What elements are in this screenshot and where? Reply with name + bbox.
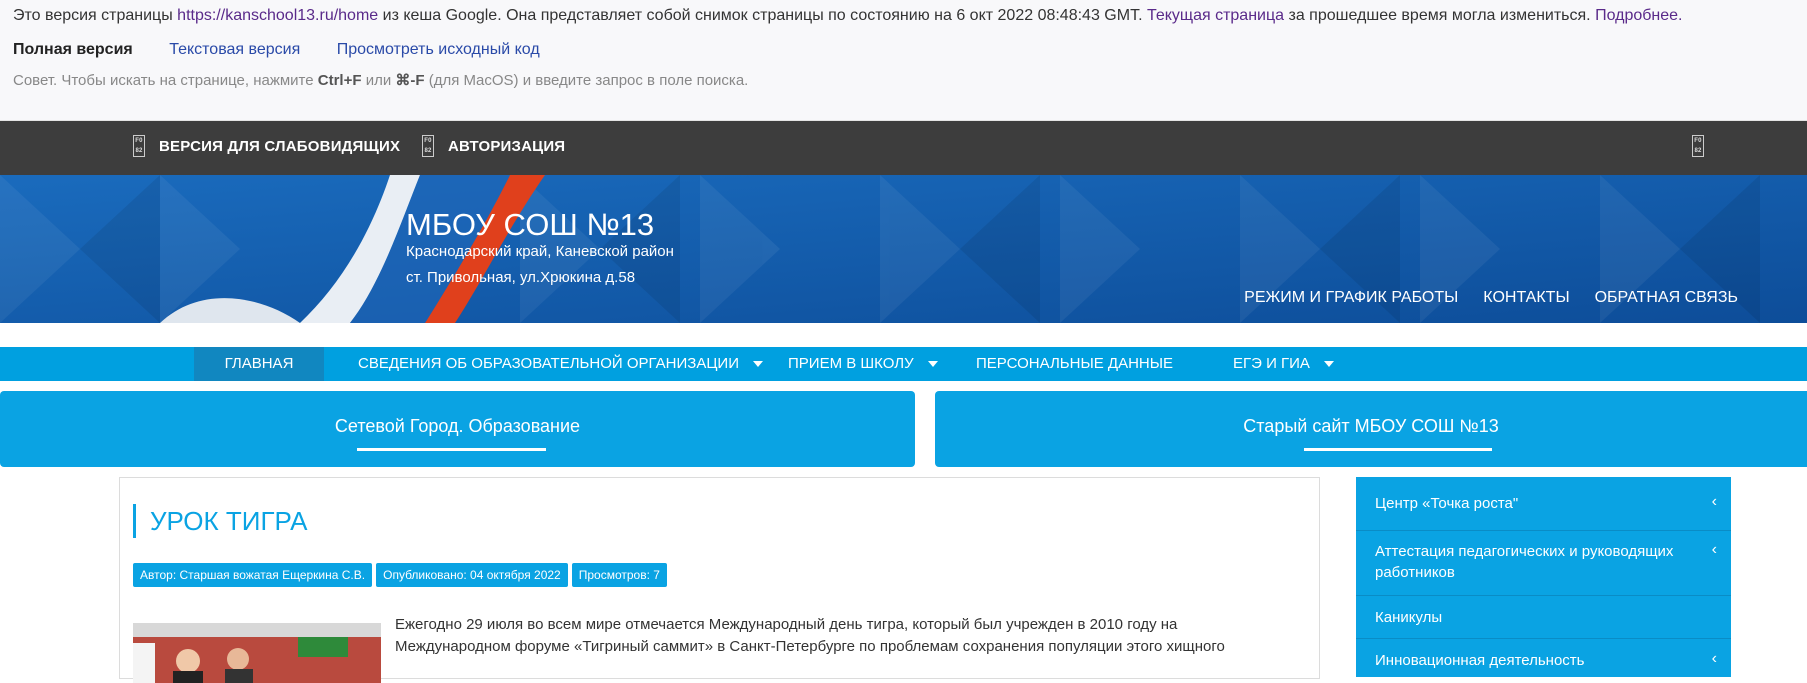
nav-info-label: СВЕДЕНИЯ ОБ ОБРАЗОВАТЕЛЬНОЙ ОРГАНИЗАЦИИ (358, 355, 739, 372)
chevron-down-icon (1323, 361, 1334, 368)
low-vision-link[interactable]: F0 82 ВЕРСИЯ ДЛЯ СЛАБОВИДЯЩИХ (133, 135, 400, 157)
full-version-link[interactable]: Полная версия (13, 41, 133, 58)
sidebar-item-tochka-rosta[interactable]: Центр «Точка роста" ‹ (1356, 477, 1731, 531)
article-title[interactable]: УРОК ТИГРА (133, 504, 307, 538)
site-title[interactable]: МБОУ СОШ №13 (406, 207, 654, 243)
more-info-link[interactable]: Подробнее. (1595, 7, 1682, 24)
auth-label: АВТОРИЗАЦИЯ (448, 137, 566, 155)
cache-notice-after: за прошедшее время могла измениться. (1284, 7, 1596, 24)
thumbnail-image (133, 623, 381, 683)
site-header-banner: МБОУ СОШ №13 Краснодарский край, Каневск… (0, 175, 1807, 323)
tip-prefix: Совет. Чтобы искать на странице, нажмите (13, 72, 318, 89)
search-icon: F0 82 (1692, 135, 1704, 157)
sidebar-item-label: Аттестация педагогических и руководящих … (1375, 543, 1674, 581)
header-link-contacts[interactable]: КОНТАКТЫ (1483, 289, 1569, 307)
tip-or: или (361, 72, 396, 89)
chevron-down-icon (752, 361, 763, 368)
sidebar-item-holidays[interactable]: Каникулы (1356, 596, 1731, 639)
sidebar-item-innovation[interactable]: Инновационная деятельность ‹ (1356, 639, 1731, 679)
google-cache-bar: Это версия страницы https://kanschool13.… (0, 0, 1807, 121)
chevron-left-icon: ‹ (1711, 650, 1717, 667)
chevron-down-icon (927, 361, 938, 368)
search-toggle[interactable]: F0 82 (1692, 135, 1718, 157)
old-site-button[interactable]: Старый сайт МБОУ СОШ №13 (935, 391, 1807, 467)
article-panel: УРОК ТИГРА Автор: Старшая вожатая Ещерки… (119, 477, 1320, 683)
nav-item-admission[interactable]: ПРИЕМ В ШКОЛУ (788, 347, 938, 381)
cache-notice: Это версия страницы https://kanschool13.… (13, 7, 1682, 25)
cache-notice-prefix: Это версия страницы (13, 7, 178, 24)
sidebar-menu: Центр «Точка роста" ‹ Аттестация педагог… (1356, 477, 1731, 677)
auth-link[interactable]: F0 82 АВТОРИЗАЦИЯ (422, 135, 565, 157)
nav-home-label: ГЛАВНАЯ (224, 355, 294, 372)
view-source-link[interactable]: Просмотреть исходный код (337, 41, 540, 58)
article-meta: Автор: Старшая вожатая Ещеркина С.В. Опу… (133, 563, 667, 587)
cache-version-links: Полная версия Текстовая версия Просмотре… (13, 41, 572, 59)
nav-admission-label: ПРИЕМ В ШКОЛУ (788, 355, 914, 372)
text-version-link[interactable]: Текстовая версия (169, 41, 300, 58)
button-underline (357, 448, 546, 451)
tip-key-ctrl-f: Ctrl+F (317, 72, 362, 89)
sidebar-item-attestation[interactable]: Аттестация педагогических и руководящих … (1356, 531, 1731, 596)
cache-search-tip: Совет. Чтобы искать на странице, нажмите… (13, 71, 748, 89)
sidebar-item-label: Центр «Точка роста" (1375, 495, 1519, 512)
author-badge: Автор: Старшая вожатая Ещеркина С.В. (133, 563, 373, 587)
nav-item-home[interactable]: ГЛАВНАЯ (194, 347, 324, 381)
nav-item-info[interactable]: СВЕДЕНИЯ ОБ ОБРАЗОВАТЕЛЬНОЙ ОРГАНИЗАЦИИ (358, 347, 763, 381)
article-thumbnail[interactable] (133, 623, 381, 683)
site-region: Краснодарский край, Каневской район (406, 243, 674, 260)
chevron-left-icon: ‹ (1711, 493, 1717, 510)
cache-notice-middle: из кеша Google. Она представляет собой с… (378, 7, 1147, 24)
current-page-link[interactable]: Текущая страница (1147, 7, 1284, 24)
published-badge: Опубликовано: 04 октября 2022 (376, 563, 568, 587)
setevoy-gorod-label: Сетевой Город. Образование (334, 416, 581, 436)
article-excerpt: Ежегодно 29 июля во всем мире отмечается… (395, 616, 1225, 655)
header-link-feedback[interactable]: ОБРАТНАЯ СВЯЗЬ (1595, 289, 1738, 307)
tip-suffix: (для MacOS) и введите запрос в поле поис… (424, 72, 749, 89)
views-badge: Просмотров: 7 (571, 563, 667, 587)
setevoy-gorod-button[interactable]: Сетевой Город. Образование (0, 391, 915, 467)
header-links: РЕЖИМ И ГРАФИК РАБОТЫ КОНТАКТЫ ОБРАТНАЯ … (1244, 289, 1738, 307)
login-icon: F0 82 (422, 135, 434, 157)
cache-url-link[interactable]: https://kanschool13.ru/home (177, 7, 378, 24)
sidebar-item-label: Каникулы (1375, 609, 1443, 626)
nav-item-personal-data[interactable]: ПЕРСОНАЛЬНЫЕ ДАННЫЕ (976, 347, 1173, 381)
top-utility-bar: F0 82 ВЕРСИЯ ДЛЯ СЛАБОВИДЯЩИХ F0 82 АВТО… (0, 121, 1807, 175)
nav-item-ege[interactable]: ЕГЭ И ГИА (1233, 347, 1334, 381)
nav-ege-label: ЕГЭ И ГИА (1233, 355, 1310, 372)
low-vision-label: ВЕРСИЯ ДЛЯ СЛАБОВИДЯЩИХ (159, 137, 401, 155)
site-address: ст. Привольная, ул.Хрюкина д.58 (406, 269, 636, 286)
old-site-label: Старый сайт МБОУ СОШ №13 (1243, 416, 1499, 436)
chevron-left-icon: ‹ (1711, 541, 1717, 558)
eye-icon: F0 82 (133, 135, 145, 157)
button-underline (1304, 448, 1492, 451)
header-link-schedule[interactable]: РЕЖИМ И ГРАФИК РАБОТЫ (1244, 289, 1458, 307)
main-navigation: ГЛАВНАЯ СВЕДЕНИЯ ОБ ОБРАЗОВАТЕЛЬНОЙ ОРГА… (0, 347, 1807, 381)
sidebar-item-label: Инновационная деятельность (1375, 652, 1585, 669)
nav-personal-label: ПЕРСОНАЛЬНЫЕ ДАННЫЕ (976, 355, 1174, 372)
tip-key-cmd-f: ⌘-F (395, 72, 425, 89)
